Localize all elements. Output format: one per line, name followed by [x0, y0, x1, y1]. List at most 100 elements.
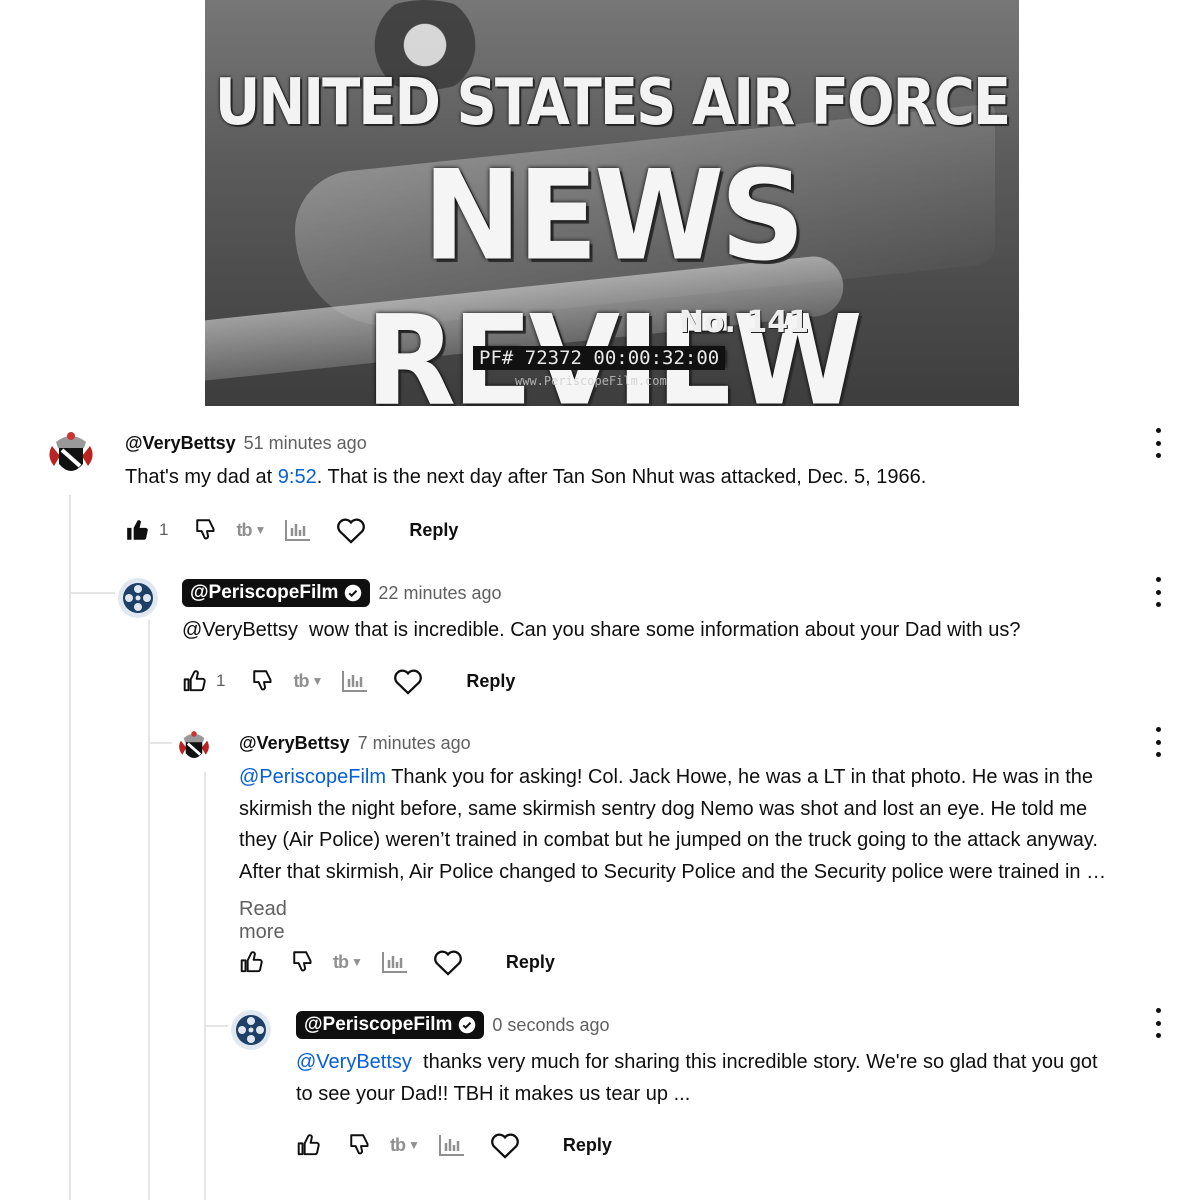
analytics-button[interactable] — [285, 519, 311, 541]
comment-line: to see your Dad!! TBH it makes us tear u… — [296, 1082, 691, 1105]
dislike-button[interactable] — [348, 1132, 374, 1158]
heart-button[interactable] — [392, 667, 424, 695]
mention-link[interactable]: @PeriscopeFilm — [239, 766, 386, 788]
dislike-button[interactable] — [194, 517, 220, 543]
heart-button[interactable] — [432, 948, 464, 976]
like-count: 1 — [216, 671, 226, 690]
thumbs-up-icon — [297, 1134, 320, 1156]
comment-header: @VeryBettsy 51 minutes ago — [125, 428, 367, 458]
tubebuddy-icon[interactable]: tb ▼ — [293, 671, 323, 692]
comment-text: That's my dad at 9:52. That is the next … — [125, 462, 1125, 494]
thumbs-down-icon — [196, 519, 215, 540]
family-crest-icon — [174, 727, 214, 767]
thread-line — [204, 772, 206, 1200]
analytics-icon — [381, 952, 407, 973]
film-reel-icon — [118, 578, 158, 618]
read-more-link[interactable]: Read more — [239, 898, 287, 944]
comment-actions: 1 tb ▼ Reply — [182, 661, 515, 701]
comment-line: they (Air Police) weren’t trained in com… — [239, 829, 1098, 851]
avatar[interactable] — [118, 578, 158, 618]
comment-text: @PeriscopeFilm Thank you for asking! Col… — [239, 762, 1189, 888]
like-button[interactable]: 1 — [182, 668, 225, 694]
comment-time[interactable]: 22 minutes ago — [378, 583, 501, 604]
dislike-button[interactable] — [291, 949, 317, 975]
analytics-icon — [285, 520, 311, 541]
comment-text: @VeryBettsy wow that is incredible. Can … — [182, 619, 1021, 641]
like-button[interactable] — [296, 1132, 322, 1158]
thread-connector — [69, 592, 115, 594]
video-title-line1: UNITED STATES AIR FORCE — [214, 65, 1011, 140]
avatar[interactable] — [231, 1010, 271, 1050]
comment-header: @VeryBettsy 7 minutes ago — [239, 728, 471, 758]
video-thumbnail[interactable]: UNITED STATES AIR FORCE NEWS REVIEW No. … — [205, 0, 1019, 406]
tubebuddy-icon[interactable]: tb ▼ — [390, 1135, 420, 1156]
avatar[interactable] — [42, 426, 100, 484]
thread-line — [148, 620, 150, 1200]
film-reel-icon — [231, 1010, 271, 1050]
comment-actions: tb ▼ Reply — [239, 942, 555, 982]
comment-text-part: That's my dad at — [125, 466, 278, 488]
reply-button[interactable]: Reply — [563, 1135, 612, 1156]
video-timecode: PF# 72372 00:00:32:00 — [473, 346, 726, 370]
creator-badge[interactable]: @PeriscopeFilm — [296, 1011, 485, 1039]
thumbs-up-icon — [240, 951, 263, 973]
analytics-button[interactable] — [342, 670, 368, 692]
comment-text-part: . That is the next day after Tan Son Nhu… — [316, 466, 927, 488]
comment-time[interactable]: 51 minutes ago — [244, 433, 367, 454]
comment-actions: tb ▼ Reply — [296, 1125, 612, 1165]
dislike-button[interactable] — [251, 668, 277, 694]
more-actions-icon[interactable] — [1148, 727, 1168, 757]
heart-button[interactable] — [335, 516, 367, 544]
comment-header: @PeriscopeFilm 0 seconds ago — [296, 1010, 610, 1040]
video-watermark: www.PeriscopeFilm.com — [515, 374, 667, 388]
comment-author[interactable]: @VeryBettsy — [239, 733, 350, 754]
comment-header: @PeriscopeFilm 22 minutes ago — [182, 578, 502, 608]
comment-time[interactable]: 0 seconds ago — [492, 1015, 609, 1036]
comment-line: skirmish the night before, same skirmish… — [239, 797, 1088, 820]
heart-icon — [434, 950, 462, 976]
timestamp-link[interactable]: 9:52 — [278, 466, 317, 488]
comment-time[interactable]: 7 minutes ago — [358, 733, 471, 754]
comment-line: thanks very much for sharing this incred… — [411, 1051, 1098, 1073]
like-button[interactable] — [239, 949, 265, 975]
thumbs-down-icon — [253, 670, 272, 691]
like-count: 1 — [159, 520, 169, 539]
analytics-icon — [438, 1135, 464, 1156]
thread-connector — [204, 1025, 228, 1027]
more-actions-icon[interactable] — [1148, 1008, 1168, 1038]
comment-actions: 1 tb ▼ Reply — [125, 510, 458, 550]
comment-author[interactable]: @VeryBettsy — [125, 433, 236, 454]
avatar[interactable] — [174, 727, 214, 767]
heart-icon — [491, 1133, 519, 1159]
comment-line: Thank you for asking! Col. Jack Howe, he… — [386, 766, 1094, 788]
comment-line: After that skirmish, Air Police changed … — [239, 860, 1107, 883]
comment-text: @VeryBettsy thanks very much for sharing… — [296, 1047, 1191, 1110]
comment-author: @PeriscopeFilm — [190, 582, 339, 603]
more-actions-icon[interactable] — [1148, 577, 1168, 607]
thread-line — [69, 495, 71, 1200]
verified-check-icon — [459, 1016, 476, 1034]
reply-button[interactable]: Reply — [506, 952, 555, 973]
reply-button[interactable]: Reply — [466, 671, 515, 692]
heart-icon — [337, 518, 366, 544]
tubebuddy-icon[interactable]: tb ▼ — [333, 952, 363, 973]
verified-check-icon — [345, 584, 362, 602]
heart-icon — [394, 669, 423, 695]
creator-badge[interactable]: @PeriscopeFilm — [182, 579, 371, 607]
analytics-icon — [342, 671, 368, 692]
thumbs-up-icon — [183, 670, 206, 692]
more-actions-icon[interactable] — [1148, 428, 1168, 458]
analytics-button[interactable] — [381, 951, 408, 973]
family-crest-icon — [42, 426, 100, 484]
thumbs-down-icon — [293, 951, 312, 972]
heart-button[interactable] — [489, 1131, 521, 1159]
like-button[interactable]: 1 — [125, 517, 168, 543]
analytics-button[interactable] — [438, 1134, 465, 1156]
comment-author: @PeriscopeFilm — [304, 1014, 453, 1035]
thumbs-down-icon — [350, 1134, 369, 1155]
tubebuddy-icon[interactable]: tb ▼ — [236, 520, 266, 541]
thumbs-up-icon — [127, 520, 148, 540]
thread-connector — [148, 742, 172, 744]
reply-button[interactable]: Reply — [409, 520, 458, 541]
mention-link[interactable]: @VeryBettsy — [296, 1051, 412, 1073]
